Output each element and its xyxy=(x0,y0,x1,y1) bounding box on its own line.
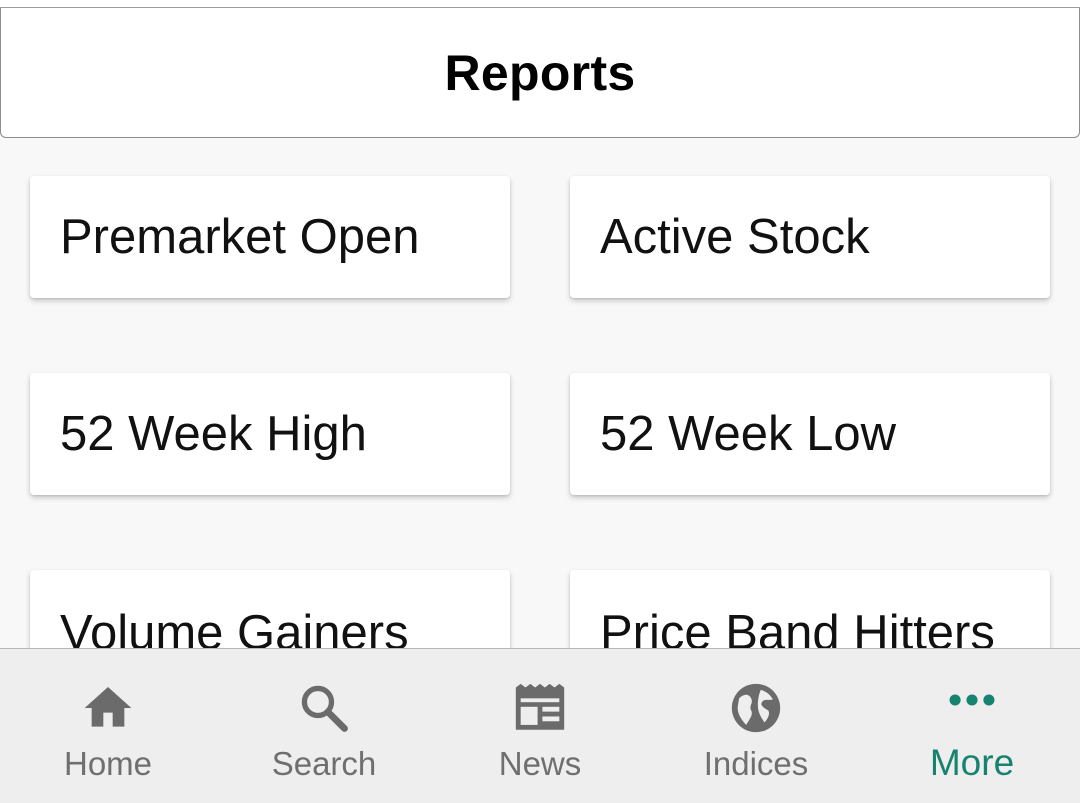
report-card-price-band-hitters[interactable]: Price Band Hitters xyxy=(570,570,1050,649)
report-card-label: Volume Gainers xyxy=(60,606,409,649)
report-card-active-stock[interactable]: Active Stock xyxy=(570,176,1050,298)
page-title: Reports xyxy=(444,44,636,101)
reports-screen: Reports Premarket Open Active Stock 52 W… xyxy=(0,0,1080,803)
report-card-label: Premarket Open xyxy=(60,210,420,264)
bottom-navigation-bar: Home Search News Indices More xyxy=(0,648,1080,803)
nav-label-indices: Indices xyxy=(703,745,809,782)
nav-label-news: News xyxy=(498,745,582,782)
nav-tab-news[interactable]: News xyxy=(432,649,648,803)
nav-label-more: More xyxy=(929,742,1015,783)
nav-tab-search[interactable]: Search xyxy=(216,649,432,803)
nav-label-home: Home xyxy=(63,745,153,782)
more-dots-icon xyxy=(941,669,1003,731)
report-card-label: Active Stock xyxy=(600,210,870,264)
nav-tab-indices[interactable]: Indices xyxy=(648,649,864,803)
home-icon xyxy=(77,677,139,739)
report-card-52-week-high[interactable]: 52 Week High xyxy=(30,373,510,495)
status-bar-divider xyxy=(0,0,1080,8)
reports-grid[interactable]: Premarket Open Active Stock 52 Week High… xyxy=(0,139,1080,649)
nav-tab-home[interactable]: Home xyxy=(0,649,216,803)
report-card-label: 52 Week High xyxy=(60,407,367,461)
globe-icon xyxy=(725,677,787,739)
report-card-label: 52 Week Low xyxy=(600,407,896,461)
search-icon xyxy=(293,677,355,739)
report-card-volume-gainers[interactable]: Volume Gainers xyxy=(30,570,510,649)
report-card-label: Price Band Hitters xyxy=(600,606,995,649)
newspaper-icon xyxy=(509,677,571,739)
app-header: Reports xyxy=(0,8,1080,138)
nav-tab-more[interactable]: More xyxy=(864,649,1080,803)
nav-label-search: Search xyxy=(271,745,377,782)
report-card-premarket-open[interactable]: Premarket Open xyxy=(30,176,510,298)
report-card-52-week-low[interactable]: 52 Week Low xyxy=(570,373,1050,495)
